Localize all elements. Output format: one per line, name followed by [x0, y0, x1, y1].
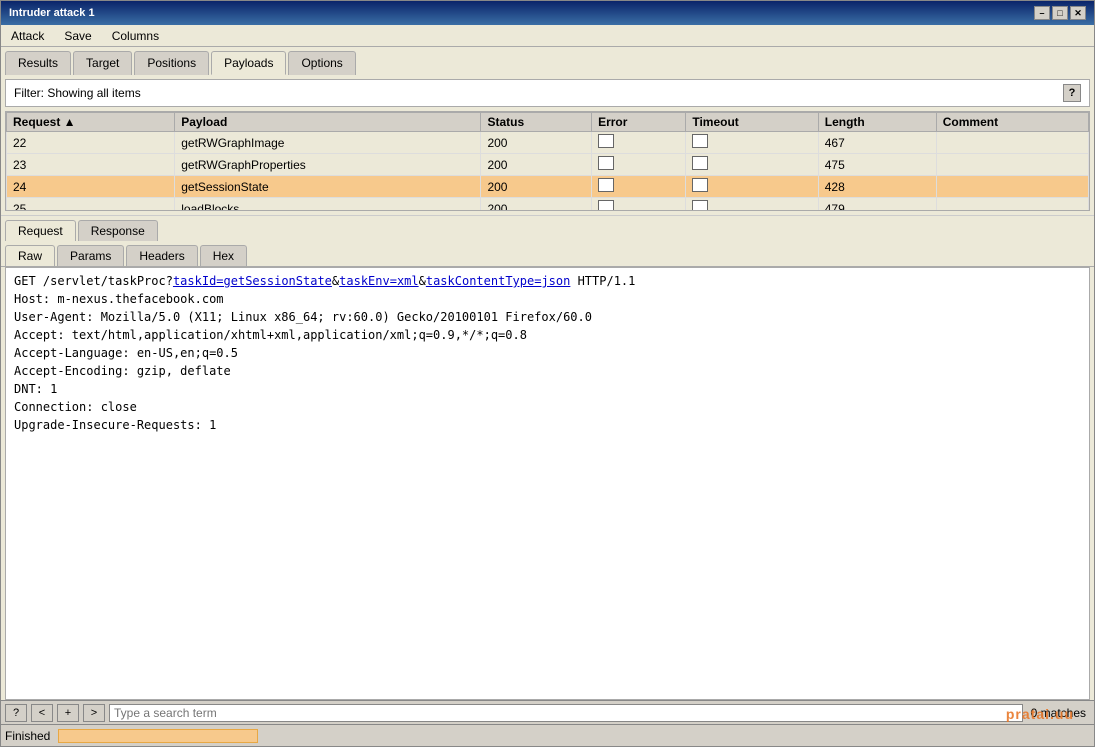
cell-timeout — [686, 198, 818, 212]
watermark: pratai.uu — [1006, 706, 1074, 722]
col-length[interactable]: Length — [818, 113, 936, 132]
main-tabs: Results Target Positions Payloads Option… — [1, 47, 1094, 75]
tab-request[interactable]: Request — [5, 220, 76, 241]
cell-payload: loadBlocks — [175, 198, 481, 212]
cell-status: 200 — [481, 176, 592, 198]
filter-help-button[interactable]: ? — [1063, 84, 1081, 102]
request-param-taskid: taskId=getSessionState — [173, 274, 332, 288]
main-window: Intruder attack 1 – □ ✕ Attack Save Colu… — [0, 0, 1095, 747]
bottom-status: Finished — [1, 724, 1094, 746]
tab-positions[interactable]: Positions — [134, 51, 209, 75]
col-request[interactable]: Request ▲ — [7, 113, 175, 132]
request-http-version: HTTP/1.1 — [570, 274, 635, 288]
cell-error — [592, 176, 686, 198]
back-button[interactable]: < — [31, 704, 53, 722]
request-connection: Connection: close — [14, 398, 1081, 416]
menu-save[interactable]: Save — [58, 27, 97, 45]
col-timeout[interactable]: Timeout — [686, 113, 818, 132]
tab-payloads[interactable]: Payloads — [211, 51, 286, 75]
cell-request: 24 — [7, 176, 175, 198]
request-method-path: GET /servlet/taskProc? — [14, 274, 173, 288]
menu-columns[interactable]: Columns — [106, 27, 165, 45]
cell-timeout — [686, 132, 818, 154]
title-bar: Intruder attack 1 – □ ✕ — [1, 1, 1094, 25]
sub-tabs-bar: Raw Params Headers Hex — [1, 241, 1094, 267]
title-bar-buttons: – □ ✕ — [1034, 6, 1086, 20]
minimize-button[interactable]: – — [1034, 6, 1050, 20]
table-row[interactable]: 25 loadBlocks 200 479 — [7, 198, 1089, 212]
search-input[interactable] — [109, 704, 1023, 722]
forward-button[interactable]: > — [83, 704, 105, 722]
cell-error — [592, 198, 686, 212]
cell-payload: getSessionState — [175, 176, 481, 198]
request-content: GET /servlet/taskProc?taskId=getSessionS… — [5, 267, 1090, 700]
cell-payload: getRWGraphImage — [175, 132, 481, 154]
main-area: Filter: Showing all items ? Request ▲ Pa… — [1, 75, 1094, 746]
tab-results[interactable]: Results — [5, 51, 71, 75]
cell-timeout — [686, 176, 818, 198]
results-table-container: Request ▲ Payload Status Error Timeout L… — [5, 111, 1090, 211]
request-amp2: & — [419, 274, 426, 288]
cell-comment — [936, 198, 1088, 212]
menu-attack[interactable]: Attack — [5, 27, 50, 45]
tab-options[interactable]: Options — [288, 51, 355, 75]
cell-status: 200 — [481, 132, 592, 154]
cell-error — [592, 154, 686, 176]
table-row[interactable]: 23 getRWGraphProperties 200 475 — [7, 154, 1089, 176]
cell-comment — [936, 176, 1088, 198]
results-table: Request ▲ Payload Status Error Timeout L… — [6, 112, 1089, 211]
request-line1: GET /servlet/taskProc?taskId=getSessionS… — [14, 272, 1081, 290]
progress-bar — [58, 729, 258, 743]
cell-comment — [936, 132, 1088, 154]
request-accept-language: Accept-Language: en-US,en;q=0.5 — [14, 344, 1081, 362]
tab-headers[interactable]: Headers — [126, 245, 197, 266]
request-dnt: DNT: 1 — [14, 380, 1081, 398]
status-bar: ? < + > 0 matches — [1, 700, 1094, 724]
table-row[interactable]: 24 getSessionState 200 428 — [7, 176, 1089, 198]
col-payload[interactable]: Payload — [175, 113, 481, 132]
request-param-taskenv: taskEnv=xml — [339, 274, 418, 288]
maximize-button[interactable]: □ — [1052, 6, 1068, 20]
request-upgrade: Upgrade-Insecure-Requests: 1 — [14, 416, 1081, 434]
tab-raw[interactable]: Raw — [5, 245, 55, 266]
add-button[interactable]: + — [57, 704, 79, 722]
tab-params[interactable]: Params — [57, 245, 124, 266]
request-response-tabs: Request Response — [1, 215, 1094, 241]
cell-status: 200 — [481, 198, 592, 212]
col-status[interactable]: Status — [481, 113, 592, 132]
request-accept-encoding: Accept-Encoding: gzip, deflate — [14, 362, 1081, 380]
cell-request: 22 — [7, 132, 175, 154]
table-row[interactable]: 22 getRWGraphImage 200 467 — [7, 132, 1089, 154]
request-param-taskcontenttype: taskContentType=json — [426, 274, 571, 288]
tab-target[interactable]: Target — [73, 51, 132, 75]
cell-payload: getRWGraphProperties — [175, 154, 481, 176]
cell-request: 25 — [7, 198, 175, 212]
cell-timeout — [686, 154, 818, 176]
tab-response[interactable]: Response — [78, 220, 158, 241]
cell-status: 200 — [481, 154, 592, 176]
window-title: Intruder attack 1 — [9, 7, 95, 19]
cell-comment — [936, 154, 1088, 176]
cell-length: 467 — [818, 132, 936, 154]
request-accept: Accept: text/html,application/xhtml+xml,… — [14, 326, 1081, 344]
cell-length: 475 — [818, 154, 936, 176]
filter-bar: Filter: Showing all items ? — [5, 79, 1090, 107]
col-comment[interactable]: Comment — [936, 113, 1088, 132]
request-host: Host: m-nexus.thefacebook.com — [14, 290, 1081, 308]
cell-error — [592, 132, 686, 154]
cell-length: 479 — [818, 198, 936, 212]
filter-text: Filter: Showing all items — [14, 86, 141, 100]
menu-bar: Attack Save Columns — [1, 25, 1094, 47]
request-user-agent: User-Agent: Mozilla/5.0 (X11; Linux x86_… — [14, 308, 1081, 326]
col-error[interactable]: Error — [592, 113, 686, 132]
help-button[interactable]: ? — [5, 704, 27, 722]
cell-length: 428 — [818, 176, 936, 198]
close-button[interactable]: ✕ — [1070, 6, 1086, 20]
cell-request: 23 — [7, 154, 175, 176]
finished-text: Finished — [5, 729, 50, 743]
tab-hex[interactable]: Hex — [200, 245, 247, 266]
